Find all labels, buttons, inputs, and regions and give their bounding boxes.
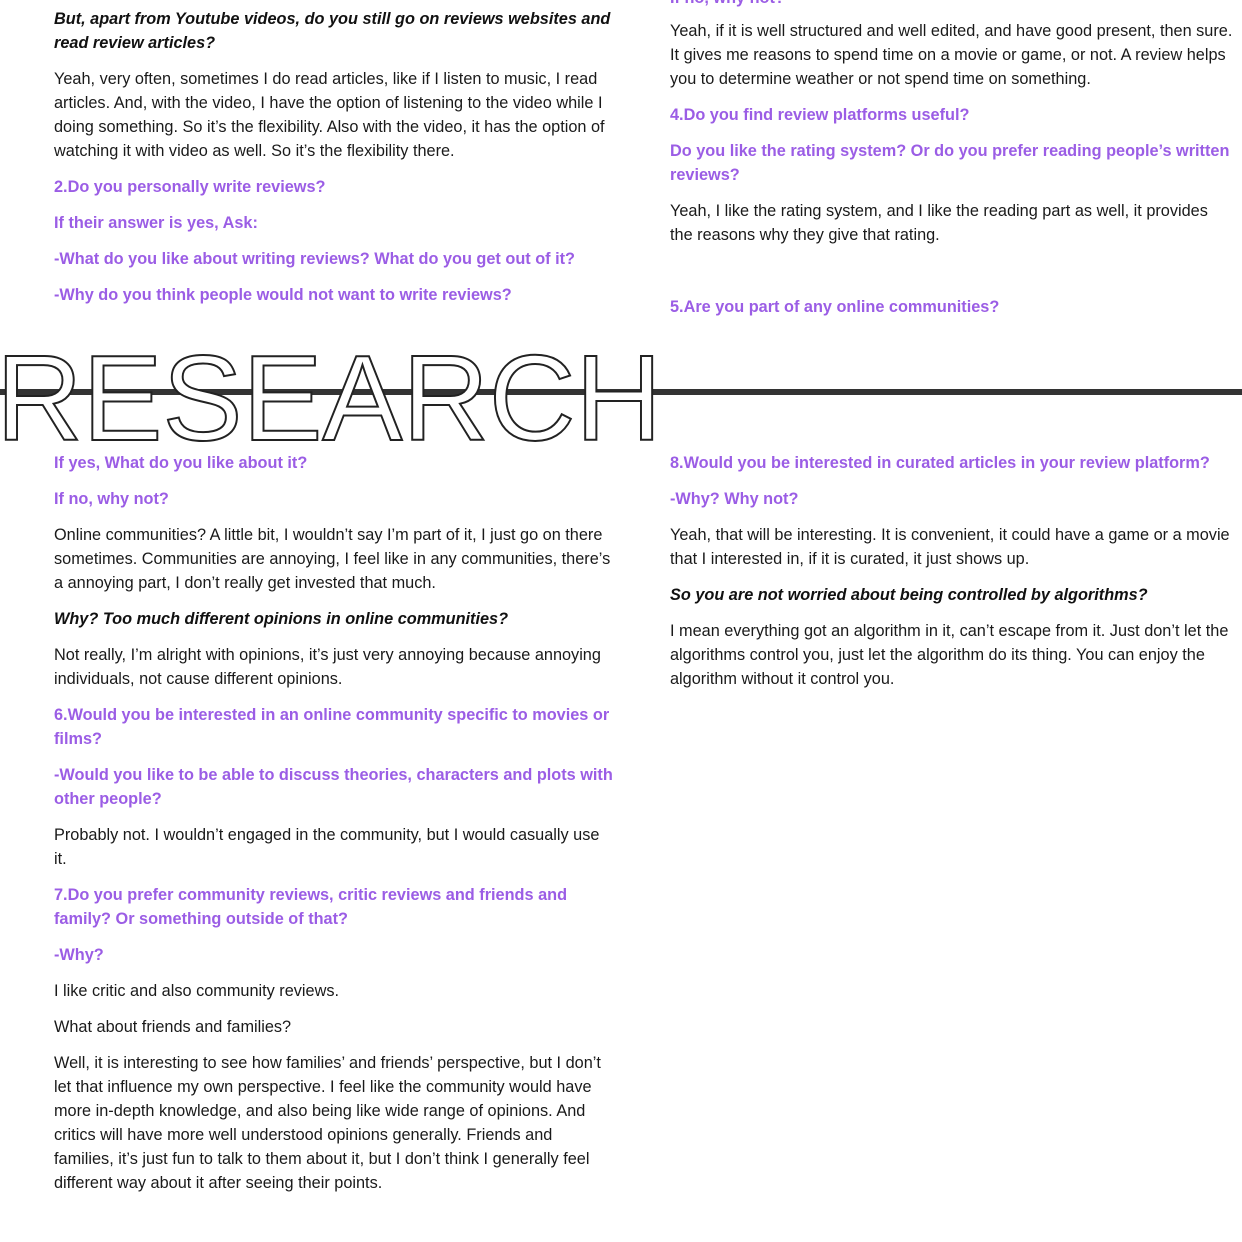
question-5-no: If no, why not? bbox=[54, 490, 169, 508]
answer-text: Yeah, I like the rating system, and I li… bbox=[670, 202, 1208, 244]
column-bottom-left: If yes, What do you like about it? If no… bbox=[54, 451, 614, 1207]
answer-text: Yeah, very often, sometimes I do read ar… bbox=[54, 70, 605, 160]
answer-text: Yeah, that will be interesting. It is co… bbox=[670, 526, 1230, 568]
column-top-right: If no, why not? Yeah, if it is well stru… bbox=[670, 0, 1235, 331]
question-8: 8.Would you be interested in curated art… bbox=[670, 454, 1210, 472]
answer-text: Not really, I’m alright with opinions, i… bbox=[54, 646, 601, 688]
research-banner: RESEARCH bbox=[0, 339, 663, 451]
question-8-sub: -Why? Why not? bbox=[670, 490, 799, 508]
question-2-followup: If their answer is yes, Ask: bbox=[54, 214, 258, 232]
question-4: 4.Do you find review platforms useful? bbox=[670, 106, 970, 124]
research-banner-text: RESEARCH bbox=[0, 339, 662, 451]
question-4-sub: Do you like the rating system? Or do you… bbox=[670, 142, 1230, 184]
question-2-sub-1: -What do you like about writing reviews?… bbox=[54, 250, 575, 268]
answer-text: Yeah, if it is well structured and well … bbox=[670, 22, 1233, 88]
answer-text: Probably not. I wouldn’t engaged in the … bbox=[54, 826, 600, 868]
answer-text: Well, it is interesting to see how famil… bbox=[54, 1054, 601, 1192]
question-7-sub: -Why? bbox=[54, 946, 104, 964]
answer-text: I like critic and also community reviews… bbox=[54, 982, 340, 1000]
question-2: 2.Do you personally write reviews? bbox=[54, 178, 326, 196]
question-2-sub-2: -Why do you think people would not want … bbox=[54, 286, 512, 304]
interviewer-probe: Why? Too much different opinions in onli… bbox=[54, 610, 509, 628]
interviewer-probe: So you are not worried about being contr… bbox=[670, 586, 1148, 604]
column-bottom-right: 8.Would you be interested in curated art… bbox=[670, 451, 1235, 703]
interviewer-probe: But, apart from Youtube videos, do you s… bbox=[54, 10, 611, 52]
answer-text: Online communities? A little bit, I woul… bbox=[54, 526, 611, 592]
column-top-left: But, apart from Youtube videos, do you s… bbox=[54, 7, 614, 319]
cut-off-heading: If no, why not? bbox=[670, 0, 1235, 10]
question-5: 5.Are you part of any online communities… bbox=[670, 298, 1000, 316]
question-6-sub: -Would you like to be able to discuss th… bbox=[54, 766, 613, 808]
question-7: 7.Do you prefer community reviews, criti… bbox=[54, 886, 568, 928]
question-6: 6.Would you be interested in an online c… bbox=[54, 706, 610, 748]
question-5-yes: If yes, What do you like about it? bbox=[54, 454, 308, 472]
answer-text: I mean everything got an algorithm in it… bbox=[670, 622, 1229, 688]
interviewer-probe: What about friends and families? bbox=[54, 1018, 292, 1036]
